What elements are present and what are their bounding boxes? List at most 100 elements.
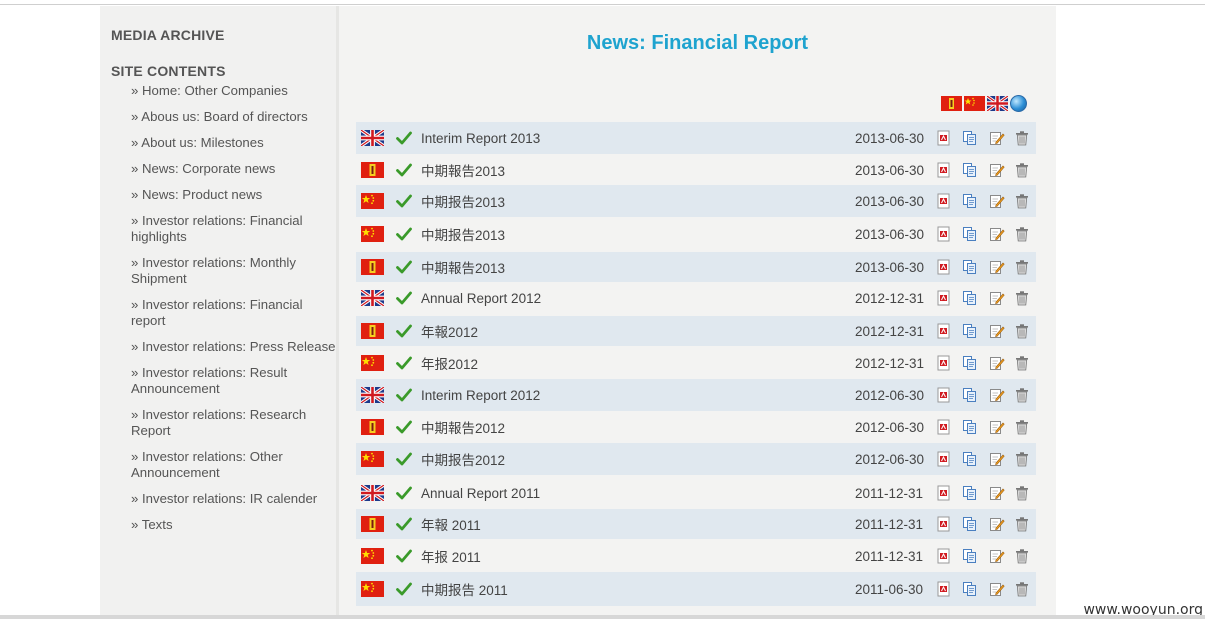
pdf-icon[interactable]: [936, 259, 952, 275]
sidebar-link[interactable]: » News: Corporate news: [131, 161, 275, 176]
trash-icon[interactable]: [1014, 355, 1030, 371]
sidebar-item-result-announcement[interactable]: » Investor relations: Result Announcemen…: [131, 365, 336, 397]
edit-icon[interactable]: [989, 162, 1005, 178]
trash-icon[interactable]: [1014, 290, 1030, 306]
published-check-icon[interactable]: [396, 227, 412, 241]
published-check-icon[interactable]: [396, 582, 412, 596]
pdf-icon[interactable]: [936, 355, 952, 371]
copy-icon[interactable]: [962, 193, 978, 209]
sidebar-link[interactable]: » News: Product news: [131, 187, 262, 202]
trash-icon[interactable]: [1014, 485, 1030, 501]
pdf-icon[interactable]: [936, 485, 952, 501]
sidebar-link[interactable]: » About us: Milestones: [131, 135, 264, 150]
trash-icon[interactable]: [1014, 193, 1030, 209]
edit-icon[interactable]: [989, 387, 1005, 403]
copy-icon[interactable]: [962, 162, 978, 178]
edit-icon[interactable]: [989, 355, 1005, 371]
sidebar-item-home-other-companies[interactable]: » Home: Other Companies: [131, 83, 336, 99]
trash-icon[interactable]: [1014, 387, 1030, 403]
edit-icon[interactable]: [989, 516, 1005, 532]
edit-icon[interactable]: [989, 581, 1005, 597]
globe-icon[interactable]: [1010, 95, 1027, 112]
edit-icon[interactable]: [989, 193, 1005, 209]
sidebar-link[interactable]: » Investor relations: Press Release: [131, 339, 336, 354]
copy-icon[interactable]: [962, 290, 978, 306]
sidebar-item-other-announcement[interactable]: » Investor relations: Other Announcement: [131, 449, 336, 481]
sidebar-item-financial-report[interactable]: » Investor relations: Financial report: [131, 297, 336, 329]
pdf-icon[interactable]: [936, 130, 952, 146]
copy-icon[interactable]: [962, 323, 978, 339]
published-check-icon[interactable]: [396, 291, 412, 305]
sidebar-link[interactable]: » Abous us: Board of directors: [131, 109, 308, 124]
trash-icon[interactable]: [1014, 581, 1030, 597]
sidebar-link[interactable]: » Investor relations: IR calender: [131, 491, 317, 506]
copy-icon[interactable]: [962, 130, 978, 146]
published-check-icon[interactable]: [396, 260, 412, 274]
copy-icon[interactable]: [962, 226, 978, 242]
edit-icon[interactable]: [989, 419, 1005, 435]
published-check-icon[interactable]: [396, 131, 412, 145]
trash-icon[interactable]: [1014, 516, 1030, 532]
sidebar-item-research-report[interactable]: » Investor relations: Research Report: [131, 407, 336, 439]
published-check-icon[interactable]: [396, 452, 412, 466]
sidebar-item-press-release[interactable]: » Investor relations: Press Release: [131, 339, 336, 355]
pdf-icon[interactable]: [936, 419, 952, 435]
pdf-icon[interactable]: [936, 226, 952, 242]
sidebar-link[interactable]: » Investor relations: Result Announcemen…: [131, 365, 287, 396]
pdf-icon[interactable]: [936, 193, 952, 209]
pdf-icon[interactable]: [936, 451, 952, 467]
sidebar-link[interactable]: » Investor relations: Financial highligh…: [131, 213, 303, 244]
sidebar-item-monthly-shipment[interactable]: » Investor relations: Monthly Shipment: [131, 255, 336, 287]
published-check-icon[interactable]: [396, 163, 412, 177]
edit-icon[interactable]: [989, 485, 1005, 501]
published-check-icon[interactable]: [396, 324, 412, 338]
pdf-icon[interactable]: [936, 548, 952, 564]
sidebar-link[interactable]: » Home: Other Companies: [131, 83, 288, 98]
copy-icon[interactable]: [962, 485, 978, 501]
published-check-icon[interactable]: [396, 388, 412, 402]
sidebar-link[interactable]: » Investor relations: Monthly Shipment: [131, 255, 296, 286]
published-check-icon[interactable]: [396, 356, 412, 370]
flag-cn-simplified-icon[interactable]: [964, 96, 985, 111]
trash-icon[interactable]: [1014, 419, 1030, 435]
sidebar-item-milestones[interactable]: » About us: Milestones: [131, 135, 336, 151]
pdf-icon[interactable]: [936, 516, 952, 532]
sidebar-link[interactable]: » Investor relations: Research Report: [131, 407, 306, 438]
pdf-icon[interactable]: [936, 323, 952, 339]
copy-icon[interactable]: [962, 516, 978, 532]
edit-icon[interactable]: [989, 130, 1005, 146]
pdf-icon[interactable]: [936, 162, 952, 178]
pdf-icon[interactable]: [936, 290, 952, 306]
flag-uk-icon[interactable]: [987, 96, 1008, 111]
edit-icon[interactable]: [989, 451, 1005, 467]
pdf-icon[interactable]: [936, 581, 952, 597]
sidebar-link[interactable]: » Investor relations: Financial report: [131, 297, 303, 328]
sidebar-item-corporate-news[interactable]: » News: Corporate news: [131, 161, 336, 177]
trash-icon[interactable]: [1014, 162, 1030, 178]
edit-icon[interactable]: [989, 226, 1005, 242]
edit-icon[interactable]: [989, 290, 1005, 306]
edit-icon[interactable]: [989, 548, 1005, 564]
pdf-icon[interactable]: [936, 387, 952, 403]
sidebar-item-financial-highlights[interactable]: » Investor relations: Financial highligh…: [131, 213, 336, 245]
trash-icon[interactable]: [1014, 226, 1030, 242]
edit-icon[interactable]: [989, 259, 1005, 275]
sidebar-link[interactable]: » Texts: [131, 517, 173, 532]
copy-icon[interactable]: [962, 355, 978, 371]
media-archive-heading[interactable]: MEDIA ARCHIVE: [111, 27, 225, 43]
copy-icon[interactable]: [962, 419, 978, 435]
trash-icon[interactable]: [1014, 323, 1030, 339]
flag-cn-traditional-icon[interactable]: [941, 96, 962, 111]
copy-icon[interactable]: [962, 451, 978, 467]
copy-icon[interactable]: [962, 259, 978, 275]
copy-icon[interactable]: [962, 387, 978, 403]
copy-icon[interactable]: [962, 548, 978, 564]
trash-icon[interactable]: [1014, 548, 1030, 564]
sidebar-item-ir-calender[interactable]: » Investor relations: IR calender: [131, 491, 336, 507]
published-check-icon[interactable]: [396, 517, 412, 531]
published-check-icon[interactable]: [396, 549, 412, 563]
trash-icon[interactable]: [1014, 130, 1030, 146]
sidebar-item-board-of-directors[interactable]: » Abous us: Board of directors: [131, 109, 336, 125]
edit-icon[interactable]: [989, 323, 1005, 339]
trash-icon[interactable]: [1014, 451, 1030, 467]
